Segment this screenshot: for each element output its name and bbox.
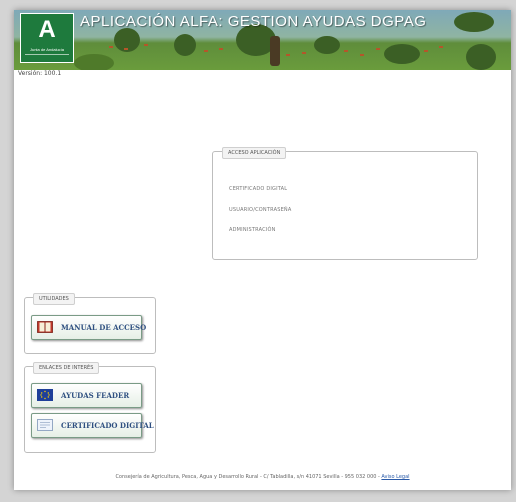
cattle-decor (439, 46, 443, 48)
acceso-legend: ACCESO APLICACIÓN (222, 147, 287, 159)
certificado-digital-button[interactable]: CERTIFICADO DIGITAL (31, 413, 154, 438)
cattle-decor (376, 48, 380, 50)
certificate-icon (37, 419, 53, 431)
certificado-digital-label: CERTIFICADO DIGITAL (61, 421, 154, 430)
aviso-legal-link[interactable]: Aviso Legal (381, 474, 409, 480)
header-banner: A Junta de Andalucía APLICACIÓN ALFA: GE… (14, 10, 511, 70)
tree-decor (466, 44, 496, 70)
utilidades-panel: UTILIDADES MANUAL DE ACCESO (24, 293, 156, 354)
tree-decor (454, 12, 494, 32)
utilidades-legend: UTILIDADES (33, 293, 75, 305)
cattle-decor (219, 48, 223, 50)
cattle-decor (302, 52, 306, 54)
option-administracion[interactable]: ADMINISTRACIÓN (229, 227, 276, 233)
bush-decor (74, 54, 114, 70)
cattle-decor (204, 50, 208, 52)
ayudas-feader-label: AYUDAS FEADER (61, 391, 130, 400)
cattle-decor (360, 54, 364, 56)
tree-decor (384, 44, 420, 64)
cattle-decor (344, 50, 348, 52)
option-certificado-digital[interactable]: CERTIFICADO DIGITAL (229, 186, 287, 192)
cattle-decor (286, 54, 290, 56)
enlaces-interes-panel: ENLACES DE INTERÉS AYUDAS FEADER CERTIFI… (24, 362, 156, 453)
page: A Junta de Andalucía APLICACIÓN ALFA: GE… (14, 10, 511, 490)
footer-text: Consejería de Agricultura, Pesca, Agua y… (115, 474, 382, 480)
eu-flag-icon (37, 389, 53, 401)
option-usuario-contrasena[interactable]: USUARIO/CONTRASEÑA (229, 207, 292, 213)
enlaces-legend: ENLACES DE INTERÉS (33, 362, 100, 374)
logo-text: Junta de Andalucía (29, 47, 65, 52)
tree-decor (314, 36, 340, 54)
cattle-decor (109, 46, 113, 48)
page-title: APLICACIÓN ALFA: GESTION AYUDAS DGPAG (80, 13, 427, 30)
window-frame: A Junta de Andalucía APLICACIÓN ALFA: GE… (0, 0, 516, 502)
version-label: Versión: 100.1 (18, 70, 62, 77)
manual-acceso-button[interactable]: MANUAL DE ACCESO (31, 315, 146, 340)
logo-subtext-lines (25, 54, 69, 60)
tree-decor (174, 34, 196, 56)
junta-andalucia-logo: A Junta de Andalucía (20, 13, 74, 63)
footer: Consejería de Agricultura, Pesca, Agua y… (14, 474, 511, 480)
tree-trunk-decor (270, 36, 280, 66)
cattle-decor (424, 50, 428, 52)
cattle-decor (144, 44, 148, 46)
logo-letter: A (38, 16, 56, 43)
book-icon (37, 321, 53, 333)
manual-acceso-label: MANUAL DE ACCESO (61, 323, 147, 332)
cattle-decor (124, 48, 128, 50)
ayudas-feader-button[interactable]: AYUDAS FEADER (31, 383, 142, 408)
acceso-aplicacion-panel: ACCESO APLICACIÓN CERTIFICADO DIGITAL US… (212, 147, 478, 260)
